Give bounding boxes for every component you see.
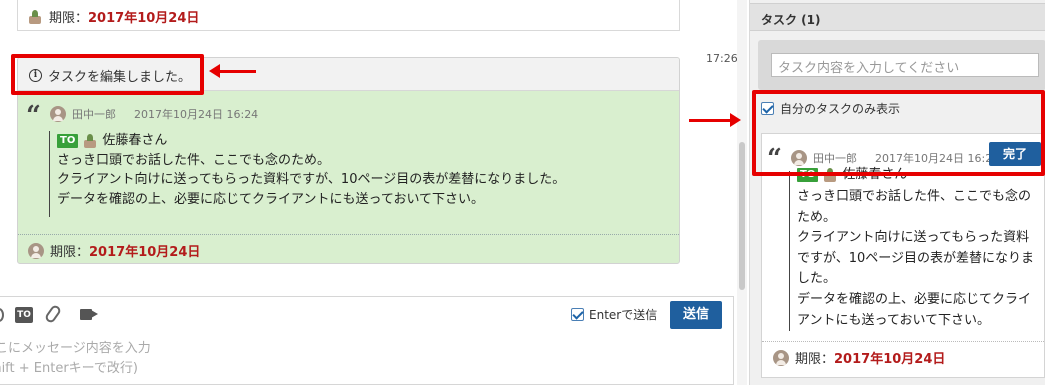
- deadline-label: 期限：: [49, 11, 89, 26]
- task-item-body: TO 佐藤春さん さっき口頭でお話した件、ここでも念の ため。 クライアント向け…: [789, 167, 1039, 331]
- quote-body: TO 佐藤春さん さっき口頭でお話した件、ここでも念のため。 クライアント向けに…: [49, 131, 669, 217]
- body-line: クライアント向けに送ってもらった資料ですが、10ページ目の表が差替になりました。: [57, 172, 566, 187]
- to-icon[interactable]: TO: [15, 307, 33, 323]
- send-button[interactable]: 送信: [670, 301, 722, 329]
- body-line: さっき口頭でお話した件、ここでも念の: [797, 189, 1032, 204]
- annotation-box-edited: [11, 54, 204, 95]
- user-avatar-icon: [27, 9, 43, 25]
- enter-send-label: Enterで送信: [589, 308, 658, 322]
- recipient-name: 佐藤春さん: [102, 133, 168, 148]
- message-timestamp: 17:26: [706, 52, 738, 65]
- body-line: データを確認の上、必要に応じてクライ: [797, 291, 1032, 307]
- annotation-box-task: [752, 90, 1045, 176]
- message-placeholder: ここにメッセージ内容を入力: [0, 341, 151, 356]
- deadline-date: 2017年10月24日: [89, 245, 201, 260]
- task-item-separator: [762, 341, 1044, 342]
- assignee-avatar: [28, 242, 44, 259]
- author-avatar: [50, 106, 66, 122]
- task-separator: [18, 234, 679, 235]
- quote-meta: 田中一郎 2017年10月24日 16:24: [50, 106, 258, 122]
- deadline-label: 期限：: [50, 245, 90, 260]
- previous-deadline: 期限： 2017年10月24日: [27, 7, 199, 26]
- task-panel-title: タスク (1): [761, 13, 821, 27]
- quote-datetime[interactable]: 2017年10月24日 16:24: [134, 106, 258, 122]
- video-call-icon[interactable]: [80, 309, 92, 320]
- deadline-date: 2017年10月24日: [834, 352, 946, 367]
- quote-author[interactable]: 田中一郎: [72, 106, 116, 122]
- deadline-date: 2017年10月24日: [88, 11, 200, 26]
- body-line: した。: [797, 271, 837, 287]
- body-line: ため。: [797, 209, 837, 225]
- chat-scrollbar-thumb[interactable]: [739, 142, 745, 290]
- body-line: アントにも送っておいて下さい。: [797, 312, 991, 328]
- task-content-input[interactable]: タスク内容を入力してください: [771, 53, 1039, 77]
- body-line: ですが、10ページ目の表が差替になりま: [797, 250, 1035, 266]
- enter-send-checkbox[interactable]: [571, 308, 584, 321]
- body-line: クライアント向けに送ってもらった資料: [797, 230, 1030, 246]
- task-item-deadline: 期限： 2017年10月24日: [773, 348, 945, 367]
- assignee-avatar: [773, 349, 789, 366]
- recipient-avatar-icon: [82, 133, 98, 149]
- body-line: データを確認の上、必要に応じてクライアントにも送っておいて下さい。: [57, 191, 485, 207]
- body-line: さっき口頭でお話した件、ここでも念のため。: [57, 152, 331, 168]
- deadline-label: 期限：: [795, 352, 835, 367]
- annotation-arrow-left: [209, 64, 256, 78]
- task-deadline: 期限： 2017年10月24日: [28, 241, 200, 260]
- annotation-arrow-right: [689, 113, 741, 127]
- to-badge: TO: [57, 133, 79, 148]
- message-input[interactable]: ここにメッセージ内容を入力 (Shift + Enterキーで改行): [0, 339, 151, 379]
- message-placeholder-hint: (Shift + Enterキーで改行): [0, 361, 138, 376]
- task-panel-header: タスク (1): [750, 3, 1045, 31]
- quote-icon: “: [26, 101, 41, 131]
- enter-to-send-toggle[interactable]: Enterで送信: [571, 306, 657, 323]
- to-line: TO 佐藤春さん: [57, 131, 669, 151]
